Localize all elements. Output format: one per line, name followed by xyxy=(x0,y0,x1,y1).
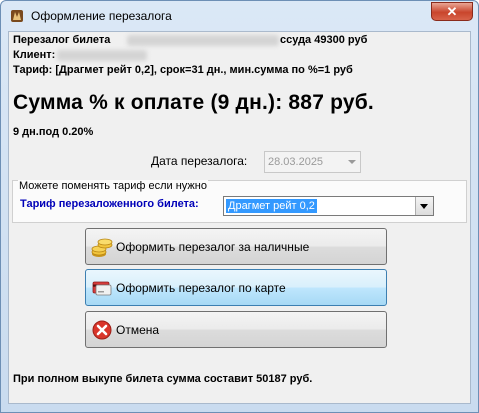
cancel-button[interactable]: Отмена xyxy=(85,311,387,348)
credit-card-icon xyxy=(92,281,112,296)
buyout-info: При полном выкупе билета сумма составит … xyxy=(13,373,313,385)
tariff-selected-value: Драгмет рейт 0,2 xyxy=(226,199,317,213)
loan-amount-text: ссуда 49300 руб xyxy=(280,34,368,46)
date-label: Дата перезалога: xyxy=(151,154,248,168)
date-picker[interactable]: 28.03.2025 xyxy=(264,151,361,173)
title-bar[interactable]: Оформление перезалога ✕ xyxy=(1,1,478,31)
cash-rebook-label: Оформить перезалог за наличные xyxy=(116,240,310,254)
dialog-window: Оформление перезалога ✕ Перезалог билета… xyxy=(0,0,479,413)
cash-rebook-button[interactable]: Оформить перезалог за наличные xyxy=(85,228,387,265)
rate-line: 9 дн.под 0.20% xyxy=(13,126,94,138)
tariff-select[interactable]: Драгмет рейт 0,2 xyxy=(223,196,434,216)
tariff-group-legend: Можете поменять тариф если нужно xyxy=(18,180,208,192)
amount-due-heading: Сумма % к оплате (9 дн.): 887 руб. xyxy=(13,91,374,114)
chevron-down-icon xyxy=(420,204,428,209)
chevron-down-icon[interactable] xyxy=(348,160,356,164)
tariff-groupbox: Можете поменять тариф если нужно Тариф п… xyxy=(12,180,467,223)
tariff-dropdown-button[interactable] xyxy=(415,197,433,215)
ticket-label: Перезалог билета xyxy=(13,34,111,46)
redacted-client-name xyxy=(57,50,147,61)
redacted-ticket-number xyxy=(127,35,279,46)
app-icon xyxy=(11,10,23,22)
client-label: Клиент: xyxy=(13,49,56,61)
coins-icon xyxy=(91,238,113,257)
tariff-select-label: Тариф перезаложенного билета: xyxy=(20,198,199,210)
cancel-label: Отмена xyxy=(116,323,160,337)
window-title: Оформление перезалога xyxy=(31,9,172,23)
close-button[interactable]: ✕ xyxy=(431,2,473,21)
cancel-icon xyxy=(92,320,112,340)
close-icon: ✕ xyxy=(446,4,458,19)
card-rebook-button[interactable]: Оформить перезалог по карте xyxy=(85,269,387,306)
dialog-client-area: Перезалог билета ссуда 49300 руб Клиент:… xyxy=(8,31,471,404)
date-value: 28.03.2025 xyxy=(268,156,324,168)
tariff-info-line: Тариф: [Драгмет рейт 0,2], срок=31 дн., … xyxy=(13,64,353,76)
card-rebook-label: Оформить перезалог по карте xyxy=(116,281,286,295)
